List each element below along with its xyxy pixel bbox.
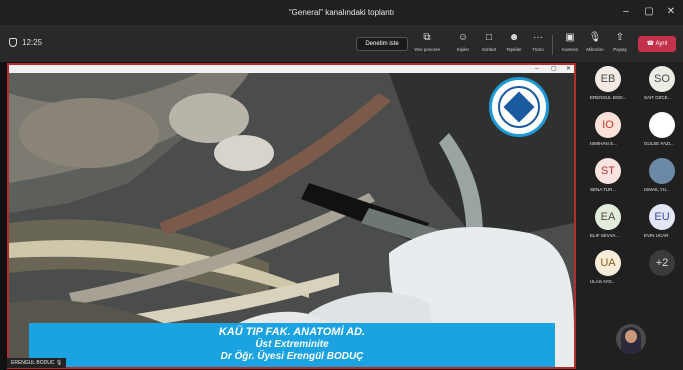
participant-name: ELIF SEVVA...: [590, 233, 620, 238]
share-label: Paylaş: [613, 47, 627, 52]
presenter-name-chip: ERENGUL BODUC 🎙: [7, 358, 67, 368]
shared-window-titlebar: – ▢ ✕: [9, 65, 574, 73]
participant-avatar: +2: [649, 250, 675, 276]
leave-label: Ayrıl: [655, 41, 668, 47]
leave-button[interactable]: ☎ Ayrıl: [638, 36, 676, 52]
participant-tile[interactable]: UA ULAS AYD...: [582, 248, 632, 288]
mic-muted-icon: 🎙: [55, 360, 63, 366]
minimize-icon[interactable]: –: [618, 6, 634, 17]
timer-text: 12:25: [22, 38, 43, 47]
participant-avatar: EA: [595, 204, 621, 230]
participant-tile[interactable]: GULSE FAZI...: [636, 110, 683, 150]
window-title: "General" kanalındaki toplantı: [288, 8, 395, 17]
maximize-icon[interactable]: ▢: [641, 6, 657, 17]
university-logo: [489, 77, 549, 137]
participant-avatar: SO: [649, 66, 675, 92]
presenter-name: ERENGUL BODUC: [11, 360, 55, 366]
shared-video[interactable]: – ▢ ✕ KAÜ TIP FAK. ANATOMİ AD. Üst Extre…: [7, 63, 576, 369]
caption-line-2: Üst Extreminite: [255, 339, 329, 350]
more-icon: ···: [533, 32, 543, 43]
participant-name: ISMIHAN S...: [590, 141, 617, 146]
participant-avatar: [649, 112, 675, 138]
self-face: [625, 330, 637, 343]
caption-line-3: Dr Öğr. Üyesi Erengül BODUÇ: [220, 351, 364, 362]
participant-name: EVIN UCAR: [644, 233, 669, 238]
participant-name: SAIT OZCE...: [644, 95, 672, 100]
new-window-button[interactable]: ⧉ Yeni pencere: [412, 31, 442, 59]
caption-line-1: KAÜ TIP FAK. ANATOMİ AD.: [218, 326, 366, 338]
shared-screen-stage: – ▢ ✕ KAÜ TIP FAK. ANATOMİ AD. Üst Extre…: [0, 62, 576, 370]
participant-tile[interactable]: SO SAIT OZCE...: [636, 64, 683, 104]
more-button[interactable]: ··· Tümü: [523, 31, 553, 59]
window-titlebar: "General" kanalındaki toplantı – ▢ ✕: [0, 0, 683, 26]
more-label: Tümü: [532, 47, 544, 52]
toolbar-divider: [552, 35, 553, 55]
close-icon[interactable]: ✕: [663, 6, 679, 17]
participant-gallery: EB ERENGUL BOD... SO SAIT OZCE... IO ISMIHAN …: [576, 62, 683, 370]
shared-close-icon: ✕: [566, 66, 572, 72]
self-video-preview[interactable]: [616, 324, 646, 354]
meeting-timer: 12:25: [9, 38, 42, 47]
shield-icon: [9, 38, 17, 47]
participant-avatar: IO: [595, 112, 621, 138]
participant-name: SENA TUR...: [590, 187, 617, 192]
participant-name: ISMAIL YU...: [644, 187, 670, 192]
participant-tile[interactable]: EB ERENGUL BOD...: [582, 64, 632, 104]
new-window-label: Yeni pencere: [413, 47, 441, 52]
new-window-icon: ⧉: [423, 32, 431, 43]
participant-avatar: ST: [595, 158, 621, 184]
shared-minimize-icon: –: [535, 66, 539, 72]
participant-avatar: EU: [649, 204, 675, 230]
participant-avatar: [649, 158, 675, 184]
participant-tile[interactable]: ST SENA TUR...: [582, 156, 632, 196]
participant-tile[interactable]: ISMAIL YU...: [636, 156, 683, 196]
participant-tile[interactable]: IO ISMIHAN S...: [582, 110, 632, 150]
participant-tile[interactable]: EA ELIF SEVVA...: [582, 202, 632, 242]
phone-icon: ☎: [646, 41, 655, 47]
share-button[interactable]: ⇧ Paylaş: [605, 31, 635, 59]
participant-tile[interactable]: +2: [636, 248, 683, 288]
share-icon: ⇧: [615, 32, 625, 43]
participant-avatar: EB: [595, 66, 621, 92]
participant-name: ERENGUL BOD...: [590, 95, 627, 100]
participant-tile[interactable]: EU EVIN UCAR: [636, 202, 683, 242]
shared-maximize-icon: ▢: [551, 66, 557, 72]
participant-avatar: UA: [595, 250, 621, 276]
participant-name: ULAS AYD...: [590, 279, 616, 284]
meeting-toolbar: 12:25 Denetim iste ⧉ Yeni pencere ☺ Kişi…: [0, 26, 683, 62]
request-control-button[interactable]: Denetim iste: [356, 37, 408, 51]
lecture-caption: KAÜ TIP FAK. ANATOMİ AD. Üst Extreminite…: [29, 323, 555, 367]
participant-name: GULSE FAZI...: [644, 141, 674, 146]
